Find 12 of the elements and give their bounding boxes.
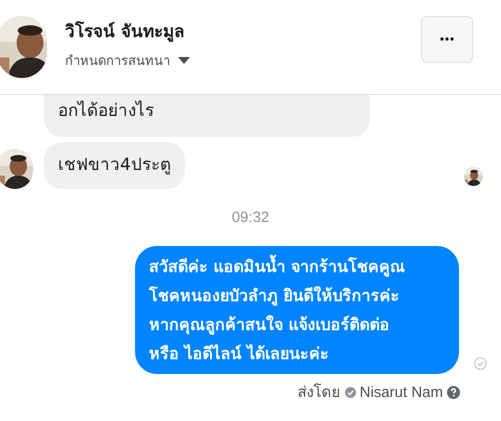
sender-name: Nisarut Nam (360, 382, 443, 402)
more-icon (440, 37, 454, 41)
message-bubble: เชฟขาว4ประตู (44, 142, 185, 189)
verified-icon (344, 387, 356, 398)
conversation-settings-dropdown[interactable]: กำหนดการสนทนา (65, 51, 190, 70)
caret-icon (178, 56, 190, 65)
help-icon[interactable] (447, 386, 460, 400)
contact-name: วิโรจน์ จันทะมูล (65, 20, 185, 44)
message-bubble: สวัสดีค่ะ แอดมินน้ำ จากร้านโชคคูณ โชคหนองยบัวลำภู ยินดีให้บริการค่ะ หากคุณลูกค้าสนใจ แจ้งเบอร์ติดต่อ หรือ ไอดีไลน์ ได้เลยนะค่ะ (135, 246, 459, 374)
sent-by-label: ส่งโดย (298, 382, 341, 402)
message-bubble: อกได้อย่างไร (44, 95, 370, 136)
timestamp: 09:32 (232, 208, 270, 228)
